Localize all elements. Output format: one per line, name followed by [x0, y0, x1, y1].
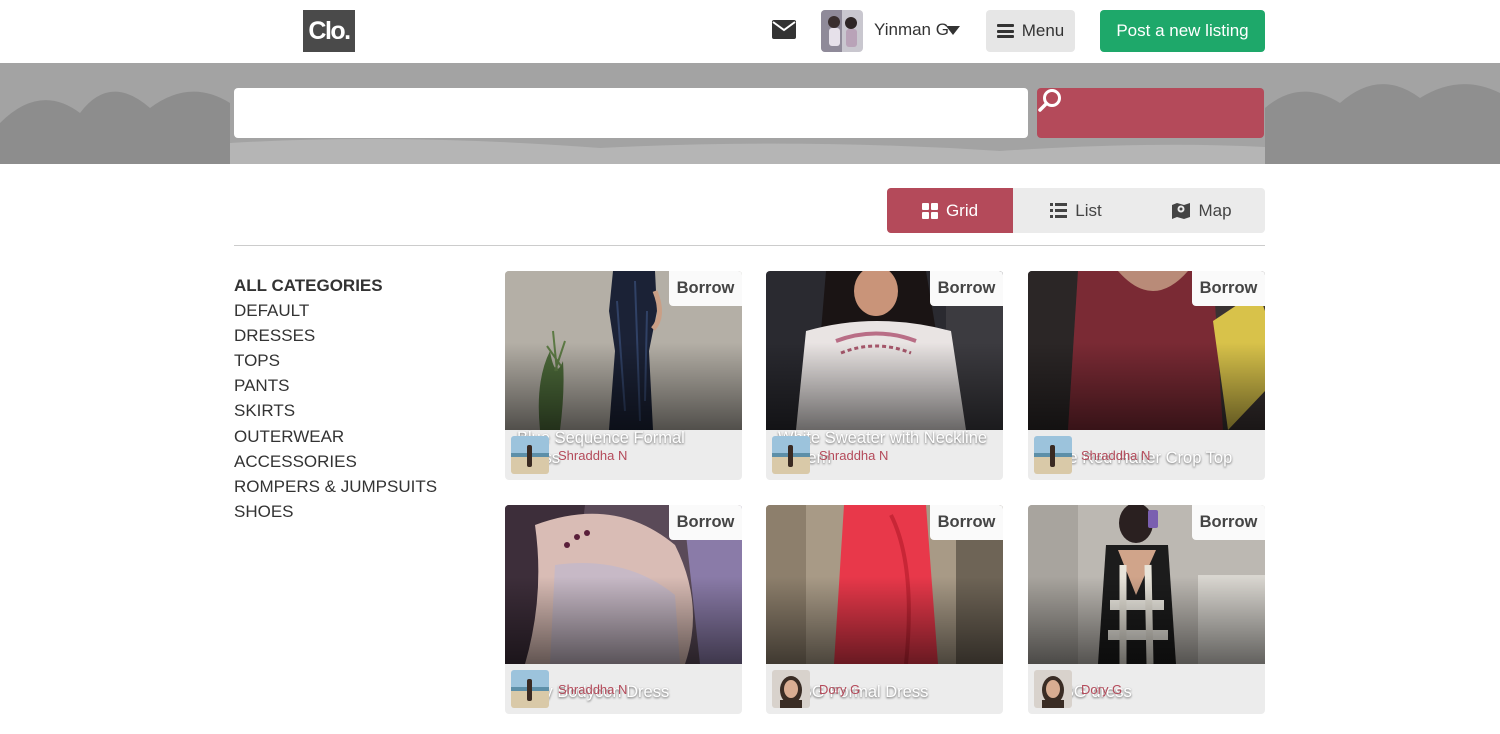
- grid-icon: [921, 202, 938, 219]
- section-divider: [234, 245, 1265, 246]
- user-name[interactable]: Yinman G: [874, 18, 949, 42]
- borrow-badge: Borrow: [930, 505, 1003, 540]
- mail-icon[interactable]: [772, 20, 796, 39]
- owner-avatar[interactable]: [511, 436, 549, 474]
- user-caret-down-icon[interactable]: [946, 26, 960, 35]
- search-icon: [1038, 89, 1061, 112]
- category-default[interactable]: DEFAULT: [234, 298, 474, 323]
- listing-card[interactable]: Wine Red Halter Crop Top Borrow Shraddha…: [1028, 271, 1265, 480]
- site-logo[interactable]: Clo.: [303, 10, 355, 52]
- category-accessories[interactable]: ACCESSORIES: [234, 449, 474, 474]
- menu-button[interactable]: Menu: [986, 10, 1075, 52]
- listing-card[interactable]: White Sweater with Neckline Pattern Borr…: [766, 271, 1003, 480]
- hamburger-icon: [996, 24, 1014, 38]
- listing-owner[interactable]: Shraddha N: [505, 430, 742, 480]
- view-grid-button[interactable]: Grid: [887, 188, 1013, 233]
- category-pants[interactable]: PANTS: [234, 373, 474, 398]
- borrow-badge: Borrow: [1192, 271, 1265, 306]
- listing-owner[interactable]: Dory G: [1028, 664, 1265, 714]
- category-tops[interactable]: TOPS: [234, 348, 474, 373]
- search-banner: [0, 63, 1500, 164]
- owner-name[interactable]: Shraddha N: [558, 448, 627, 463]
- top-bar: Clo. Yinman G Menu Post a new listing: [0, 0, 1500, 63]
- menu-button-label: Menu: [1021, 21, 1065, 40]
- view-list-label: List: [1075, 200, 1102, 220]
- owner-name[interactable]: Dory G: [1081, 682, 1122, 697]
- post-listing-button[interactable]: Post a new listing: [1100, 10, 1265, 52]
- listing-owner[interactable]: Shraddha N: [505, 664, 742, 714]
- owner-name[interactable]: Shraddha N: [819, 448, 888, 463]
- post-listing-label: Post a new listing: [1116, 21, 1249, 40]
- listing-owner[interactable]: Shraddha N: [766, 430, 1003, 480]
- borrow-badge: Borrow: [930, 271, 1003, 306]
- view-map-label: Map: [1198, 200, 1232, 220]
- category-shoes[interactable]: SHOES: [234, 499, 474, 524]
- borrow-badge: Borrow: [669, 271, 742, 306]
- user-avatar[interactable]: [821, 10, 863, 52]
- view-toggle: Grid List Map: [887, 188, 1265, 233]
- listing-card[interactable]: Grey Bodycon Dress Borrow Shraddha N: [505, 505, 742, 714]
- search-button[interactable]: [1037, 88, 1264, 138]
- owner-name[interactable]: Dory G: [819, 682, 860, 697]
- owner-avatar[interactable]: [1034, 436, 1072, 474]
- listing-card[interactable]: BCBG dress Borrow Dory G: [1028, 505, 1265, 714]
- owner-avatar[interactable]: [772, 670, 810, 708]
- category-dresses[interactable]: DRESSES: [234, 323, 474, 348]
- category-all[interactable]: ALL CATEGORIES: [234, 273, 474, 298]
- map-icon: [1172, 203, 1191, 219]
- owner-name[interactable]: Shraddha N: [1081, 448, 1150, 463]
- list-icon: [1050, 203, 1068, 218]
- borrow-badge: Borrow: [669, 505, 742, 540]
- category-skirts[interactable]: SKIRTS: [234, 398, 474, 423]
- logo-text: Clo.: [308, 16, 351, 45]
- owner-name[interactable]: Shraddha N: [558, 682, 627, 697]
- owner-avatar[interactable]: [772, 436, 810, 474]
- view-list-button[interactable]: List: [1013, 188, 1139, 233]
- category-rompers-jumpsuits[interactable]: ROMPERS & JUMPSUITS: [234, 474, 474, 499]
- owner-avatar[interactable]: [511, 670, 549, 708]
- listing-owner[interactable]: Dory G: [766, 664, 1003, 714]
- view-grid-label: Grid: [945, 200, 979, 220]
- category-outerwear[interactable]: OUTERWEAR: [234, 424, 474, 449]
- view-map-button[interactable]: Map: [1139, 188, 1265, 233]
- category-list: ALL CATEGORIES DEFAULT DRESSES TOPS PANT…: [234, 273, 474, 524]
- owner-avatar[interactable]: [1034, 670, 1072, 708]
- listing-card[interactable]: Blue Sequence Formal Dress Borrow Shradd…: [505, 271, 742, 480]
- listing-owner[interactable]: Shraddha N: [1028, 430, 1265, 480]
- listing-card[interactable]: BCBG Formal Dress Borrow Dory G: [766, 505, 1003, 714]
- borrow-badge: Borrow: [1192, 505, 1265, 540]
- search-input[interactable]: [234, 88, 1028, 138]
